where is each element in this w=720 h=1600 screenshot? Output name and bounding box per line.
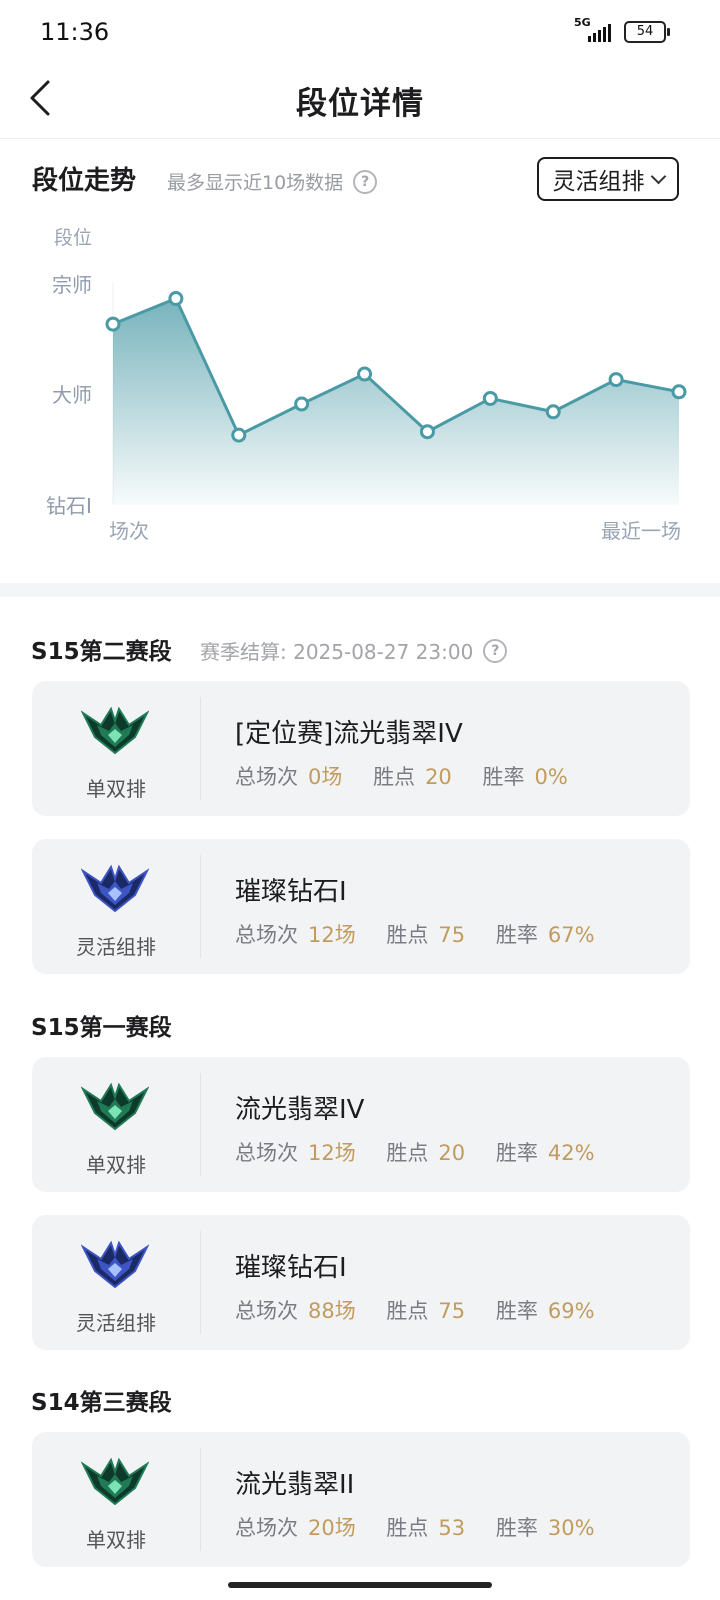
trend-hint: 最多显示近10场数据 ? — [167, 168, 378, 195]
games-value: 88场 — [308, 1299, 356, 1323]
queue-type: 单双排 — [86, 777, 146, 801]
home-indicator[interactable] — [228, 1582, 492, 1588]
winrate-value: 0% — [534, 765, 568, 789]
season-title: S14第三赛段 — [31, 1390, 172, 1416]
section-separator — [0, 583, 720, 597]
season-title: S15第二赛段 — [31, 639, 172, 665]
chart-point — [482, 390, 498, 406]
card-divider — [200, 855, 201, 958]
queue-type: 单双排 — [86, 1153, 146, 1177]
trend-title: 段位走势 — [32, 166, 137, 196]
chart-x-start-label: 场次 — [109, 519, 149, 543]
emerald-emblem-icon — [80, 1079, 150, 1135]
mode-select[interactable]: 灵活组排 — [537, 157, 679, 201]
games-value: 0场 — [308, 765, 343, 789]
lp-value: 20 — [438, 1141, 466, 1165]
winrate-value: 69% — [547, 1299, 595, 1323]
rank-card[interactable]: 灵活组排 璀璨钻石I 总场次 88场 胜点 75 胜率 69% — [32, 1215, 690, 1350]
chart-y-tick: 大师 — [52, 383, 92, 407]
games-label: 总场次 — [235, 1516, 298, 1540]
chart-point — [168, 291, 184, 307]
rank-stats: 总场次 88场 胜点 75 胜率 69% — [235, 1295, 619, 1325]
rank-name: [定位赛]流光翡翠IV — [235, 719, 463, 749]
trend-hint-text: 最多显示近10场数据 — [167, 172, 344, 194]
season-settle-text: 赛季结算: 2025-08-27 23:00 — [200, 640, 474, 664]
rank-stats: 总场次 20场 胜点 53 胜率 30% — [235, 1512, 619, 1542]
lp-label: 胜点 — [386, 1141, 429, 1165]
queue-type: 灵活组排 — [76, 935, 156, 959]
games-label: 总场次 — [235, 765, 298, 789]
rank-card[interactable]: 单双排 流光翡翠IV 总场次 12场 胜点 20 胜率 42% — [32, 1057, 690, 1192]
games-value: 12场 — [308, 1141, 356, 1165]
season-settle-time: 赛季结算: 2025-08-27 23:00 ? — [200, 636, 508, 665]
mode-select-value: 灵活组排 — [552, 169, 645, 195]
header-divider — [0, 138, 720, 139]
page-title: 段位详情 — [296, 86, 424, 122]
lp-value: 75 — [438, 1299, 466, 1323]
lp-label: 胜点 — [386, 1516, 429, 1540]
season-title: S15第一赛段 — [31, 1015, 172, 1041]
chart-point — [545, 404, 561, 420]
chart-point — [608, 372, 624, 388]
help-icon[interactable]: ? — [483, 638, 508, 663]
lp-label: 胜点 — [373, 765, 416, 789]
rank-stats: 总场次 12场 胜点 20 胜率 42% — [235, 1137, 619, 1167]
lp-label: 胜点 — [386, 1299, 429, 1323]
chart-point — [357, 366, 373, 382]
lp-value: 53 — [438, 1516, 466, 1540]
winrate-label: 胜率 — [495, 923, 538, 947]
queue-type: 灵活组排 — [76, 1311, 156, 1335]
queue-type: 单双排 — [86, 1528, 146, 1552]
winrate-value: 42% — [547, 1141, 595, 1165]
winrate-label: 胜率 — [495, 1516, 538, 1540]
games-label: 总场次 — [235, 1141, 298, 1165]
rank-stats: 总场次 12场 胜点 75 胜率 67% — [235, 919, 619, 949]
rank-card[interactable]: 单双排 流光翡翠II 总场次 20场 胜点 53 胜率 30% — [32, 1432, 690, 1567]
chart-point — [105, 316, 121, 332]
games-label: 总场次 — [235, 1299, 298, 1323]
chart-point — [294, 396, 310, 412]
status-time: 11:36 — [40, 18, 110, 46]
card-divider — [200, 1448, 201, 1551]
card-divider — [200, 1231, 201, 1334]
winrate-value: 30% — [547, 1516, 595, 1540]
winrate-label: 胜率 — [495, 1299, 538, 1323]
chart-point — [231, 427, 247, 443]
rank-stats: 总场次 0场 胜点 20 胜率 0% — [235, 761, 592, 791]
lp-label: 胜点 — [386, 923, 429, 947]
games-label: 总场次 — [235, 923, 298, 947]
battery-icon: 54 — [624, 21, 670, 43]
diamond-emblem-icon — [80, 1237, 150, 1293]
diamond-emblem-icon — [80, 861, 150, 917]
rank-name: 流光翡翠II — [235, 1470, 355, 1500]
card-divider — [200, 1073, 201, 1176]
rank-name: 璀璨钻石I — [235, 877, 347, 907]
card-divider — [200, 697, 201, 800]
chart-point — [671, 384, 687, 400]
emerald-emblem-icon — [80, 703, 150, 759]
chart-x-end-label: 最近一场 — [601, 519, 681, 543]
rank-trend-chart: 段位 宗师 大师 钻石I 场次 最近一场 — [46, 227, 687, 543]
chart-point — [419, 424, 435, 440]
rank-card[interactable]: 灵活组排 璀璨钻石I 总场次 12场 胜点 75 胜率 67% — [32, 839, 690, 974]
winrate-value: 67% — [547, 923, 595, 947]
rank-card[interactable]: 单双排 [定位赛]流光翡翠IV 总场次 0场 胜点 20 胜率 0% — [32, 681, 690, 816]
help-icon[interactable]: ? — [353, 169, 378, 194]
status-icons: 5G 54 — [574, 16, 670, 44]
lp-value: 20 — [425, 765, 452, 789]
signal-icon: 5G — [574, 16, 614, 44]
chart-y-tick: 宗师 — [52, 273, 92, 297]
winrate-label: 胜率 — [495, 1141, 538, 1165]
chart-y-axis-label: 段位 — [54, 227, 92, 249]
chevron-down-icon — [650, 168, 666, 184]
games-value: 12场 — [308, 923, 356, 947]
rank-name: 流光翡翠IV — [235, 1095, 365, 1125]
games-value: 20场 — [308, 1516, 356, 1540]
winrate-label: 胜率 — [482, 765, 525, 789]
chart-y-tick: 钻石I — [46, 494, 92, 518]
emerald-emblem-icon — [80, 1454, 150, 1510]
rank-name: 璀璨钻石I — [235, 1253, 347, 1283]
lp-value: 75 — [438, 923, 466, 947]
